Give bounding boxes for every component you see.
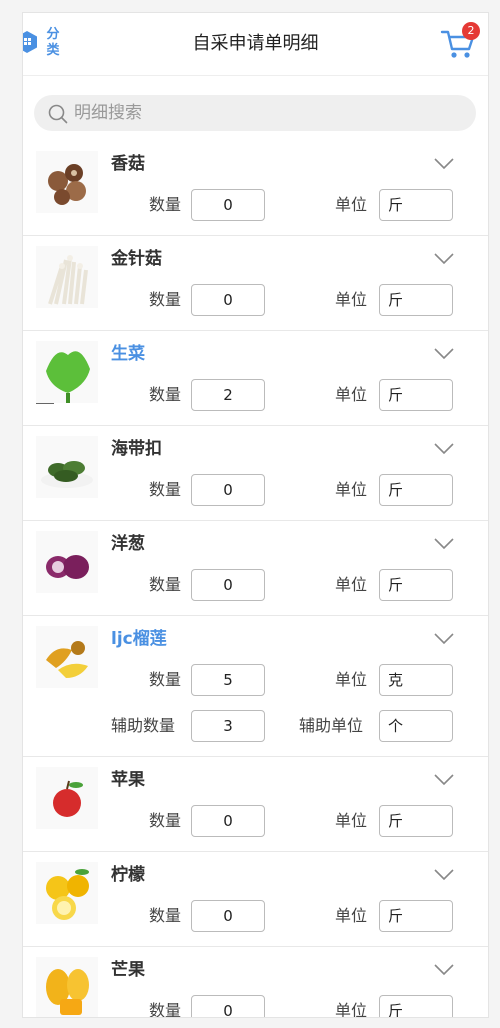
category-button[interactable]: 分类 xyxy=(23,27,63,63)
item-name: 芒果 xyxy=(111,960,145,980)
chevron-down-icon[interactable] xyxy=(434,345,454,364)
item-name: 洋葱 xyxy=(111,534,145,554)
unit-label: 单位 xyxy=(335,1001,368,1018)
qty-field[interactable]: 0 xyxy=(191,284,265,316)
unit-label: 单位 xyxy=(335,290,368,309)
chevron-down-icon[interactable] xyxy=(434,866,454,885)
search-input[interactable] xyxy=(74,95,454,131)
qty-field[interactable]: 0 xyxy=(191,900,265,932)
qty-field[interactable]: 0 xyxy=(191,805,265,837)
qty-row: 数量 0 单位斤 xyxy=(23,805,488,837)
item-name: 香菇 xyxy=(111,154,145,174)
qty-row: 数量 5 单位克 xyxy=(23,664,488,696)
app-frame: 自采申请单明细 分类 2 香菇数量0单位斤金针菇数量0单位斤生菜数量2单位斤海带… xyxy=(22,12,489,1018)
qty-label: 数量 xyxy=(149,385,182,404)
chevron-down-icon[interactable] xyxy=(434,535,454,554)
qty-label: 数量 xyxy=(149,195,182,214)
item-name: 海带扣 xyxy=(111,439,162,459)
list-item[interactable]: 芒果数量 0 单位斤 xyxy=(23,947,488,1018)
qty-row: 数量 0 单位斤 xyxy=(23,995,488,1018)
list-item[interactable]: ljc榴莲数量 5 单位克辅助数量 3 辅助单位个 xyxy=(23,616,488,757)
unit-label: 单位 xyxy=(335,575,368,594)
qty-field[interactable]: 0 xyxy=(191,474,265,506)
header: 自采申请单明细 分类 2 xyxy=(23,13,488,76)
cart-count-badge: 2 xyxy=(462,22,480,40)
aux-unit-label: 辅助单位 xyxy=(299,716,364,735)
qty-row: 数量 2 单位斤 xyxy=(23,379,488,411)
category-label: 分类 xyxy=(46,27,60,58)
qty-label: 数量 xyxy=(149,670,182,689)
unit-label: 单位 xyxy=(335,906,368,925)
item-name: 苹果 xyxy=(111,770,145,790)
qty-row: 数量 0 单位斤 xyxy=(23,569,488,601)
list-item[interactable]: 苹果数量 0 单位斤 xyxy=(23,757,488,852)
aux-qty-field[interactable]: 3 xyxy=(191,710,265,742)
list-item[interactable]: 洋葱数量 0 单位斤 xyxy=(23,521,488,616)
qty-field[interactable]: 2 xyxy=(191,379,265,411)
unit-field[interactable]: 斤 xyxy=(379,189,453,221)
unit-label: 单位 xyxy=(335,670,368,689)
search-icon xyxy=(48,104,68,124)
qty-label: 数量 xyxy=(149,811,182,830)
aux-unit-field[interactable]: 个 xyxy=(379,710,453,742)
item-name: ljc榴莲 xyxy=(111,629,167,649)
chevron-down-icon[interactable] xyxy=(434,250,454,269)
qty-row: 数量 0 单位斤 xyxy=(23,474,488,506)
unit-label: 单位 xyxy=(335,811,368,830)
chevron-down-icon[interactable] xyxy=(434,961,454,980)
item-name: 金针菇 xyxy=(111,249,162,269)
aux-qty-label: 辅助数量 xyxy=(111,716,176,735)
unit-field[interactable]: 斤 xyxy=(379,569,453,601)
unit-field[interactable]: 斤 xyxy=(379,900,453,932)
unit-field[interactable]: 斤 xyxy=(379,379,453,411)
qty-row: 数量 0 单位斤 xyxy=(23,284,488,316)
unit-field[interactable]: 斤 xyxy=(379,995,453,1017)
qty-label: 数量 xyxy=(149,290,182,309)
qty-row: 数量 0 单位斤 xyxy=(23,900,488,932)
unit-label: 单位 xyxy=(335,480,368,499)
unit-field[interactable]: 斤 xyxy=(379,805,453,837)
list-item[interactable]: 柠檬数量 0 单位斤 xyxy=(23,852,488,947)
qty-field[interactable]: 0 xyxy=(191,995,265,1017)
page-title: 自采申请单明细 xyxy=(192,33,319,54)
chevron-down-icon[interactable] xyxy=(434,440,454,459)
aux-qty-row: 辅助数量 3 辅助单位个 xyxy=(23,710,488,742)
item-list: 香菇 数量 0 单位斤金针菇 数量 0 单位斤生菜 数量 2 单位斤海带扣 数量 0 单位斤洋葱 数量 0 单… xyxy=(23,141,488,1018)
unit-label: 单位 xyxy=(335,385,368,404)
qty-field[interactable]: 0 xyxy=(191,569,265,601)
list-item[interactable]: 金针菇数量 0 单位斤 xyxy=(23,236,488,331)
unit-field[interactable]: 斤 xyxy=(379,284,453,316)
qty-label: 数量 xyxy=(149,575,182,594)
chevron-down-icon[interactable] xyxy=(434,155,454,174)
unit-field[interactable]: 克 xyxy=(379,664,453,696)
qty-label: 数量 xyxy=(149,480,182,499)
cart-button[interactable]: 2 xyxy=(440,22,480,61)
qty-label: 数量 xyxy=(149,1001,182,1018)
chevron-down-icon[interactable] xyxy=(434,771,454,790)
chevron-down-icon[interactable] xyxy=(434,630,454,649)
unit-label: 单位 xyxy=(335,195,368,214)
list-item[interactable]: 海带扣数量 0 单位斤 xyxy=(23,426,488,521)
qty-label: 数量 xyxy=(149,906,182,925)
item-name: 柠檬 xyxy=(111,865,145,885)
qty-field[interactable]: 0 xyxy=(191,189,265,221)
qty-row: 数量 0 单位斤 xyxy=(23,189,488,221)
unit-field[interactable]: 斤 xyxy=(379,474,453,506)
search-bar[interactable] xyxy=(34,95,476,131)
list-item[interactable]: 生菜数量 2 单位斤 xyxy=(23,331,488,426)
list-item[interactable]: 香菇数量 0 单位斤 xyxy=(23,141,488,236)
category-icon xyxy=(23,31,37,53)
item-name: 生菜 xyxy=(111,344,145,364)
qty-field[interactable]: 5 xyxy=(191,664,265,696)
